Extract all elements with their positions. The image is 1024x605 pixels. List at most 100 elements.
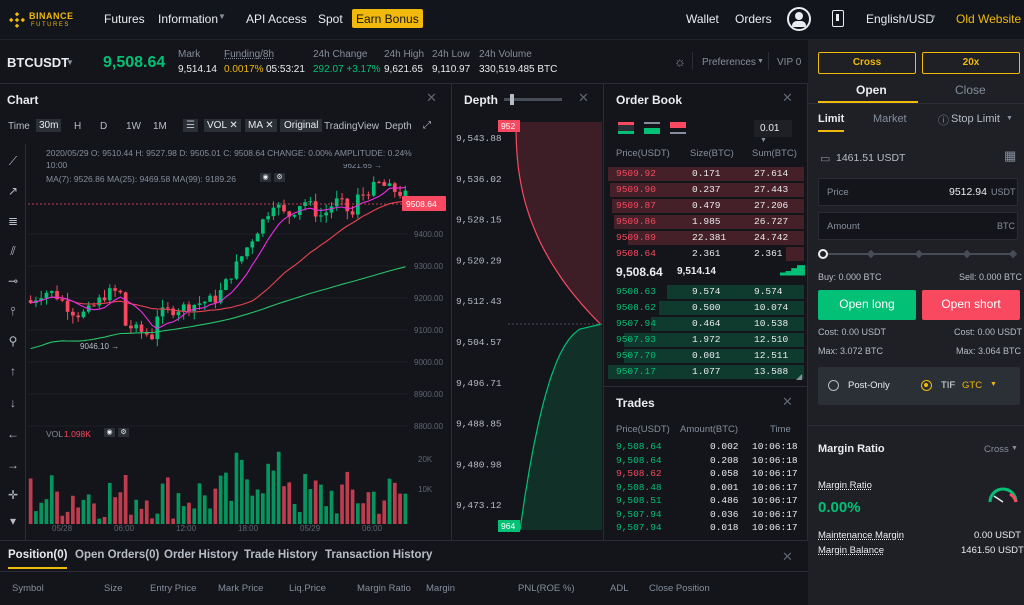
view-bids-icon[interactable] [644,122,660,134]
close-icon[interactable]: ✕ [782,394,793,410]
slider-handle[interactable] [818,249,828,259]
bid-row[interactable]: 9507.70 0.001 12.511 [608,348,804,364]
ask-row[interactable]: 9509.86 1.985 26.727 [608,214,804,230]
amount-slider[interactable] [818,249,1018,259]
nav-futures[interactable]: Futures [104,12,145,26]
x-axis-tick: 18:00 [238,524,259,533]
ob-price: 9509.86 [616,216,656,227]
depth-zoom-slider[interactable] [504,94,562,105]
bid-row[interactable]: 9508.63 9.574 9.574 [608,284,804,300]
bid-row[interactable]: 9507.94 0.464 10.538 [608,316,804,332]
chevron-down-icon[interactable]: ▾ [6,514,20,528]
open-long-button[interactable]: Open long [818,290,916,320]
nav-api-access[interactable]: API Access [246,12,307,26]
bid-row[interactable]: 9507.93 1.972 12.510 [608,332,804,348]
tif-selector[interactable]: GTC [962,380,982,391]
symbol-selector[interactable]: BTCUSDT [7,55,69,70]
timeframe-30m[interactable]: 30m [36,119,62,132]
indicator-settings-icon[interactable]: ☰ [183,119,198,132]
vertical-line-icon[interactable]: ⫯ [6,304,20,318]
bid-row[interactable]: 9507.17 1.077 13.588 [608,364,804,380]
nav-spot[interactable]: Spot [318,12,343,26]
ask-row[interactable]: 9509.92 0.171 27.614 [608,166,804,182]
col-mark-price: Mark Price [218,583,264,594]
tif-radio[interactable] [921,380,932,391]
resize-handle-icon[interactable]: ◢ [796,372,802,381]
high-value: 9,621.65 [384,64,423,75]
ask-row[interactable]: 9508.64 2.361 2.361 [608,246,804,262]
chevron-down-icon[interactable]: ▼ [990,381,997,388]
candlestick-chart[interactable]: 9400.00 9300.00 9200.00 9100.00 9000.00 8900.… [28,164,450,534]
tab-order-history[interactable]: Order History [164,549,238,561]
amount-input[interactable]: Amount BTC [818,212,1018,240]
arrow-right-icon[interactable]: → [6,458,20,472]
timeframe-1m[interactable]: 1M [153,121,167,132]
close-icon[interactable]: ✕ [782,549,793,565]
order-type-market[interactable]: Market [873,113,907,125]
tab-open-orders[interactable]: Open Orders(0) [75,549,159,561]
timeframe-time[interactable]: Time [8,121,30,132]
leverage-button[interactable]: 20x [922,52,1020,74]
ask-row[interactable]: 9509.87 0.479 27.206 [608,198,804,214]
indicator-ma[interactable]: MA ✕ [245,119,277,132]
fullscreen-icon[interactable]: ⤢ [423,120,431,131]
view-tradingview[interactable]: TradingView [324,121,379,132]
old-website-link[interactable]: Old Website [956,12,1021,26]
preferences-menu[interactable]: Preferences [702,57,756,68]
trend-line-icon[interactable]: ⟋ [6,154,20,168]
tab-position[interactable]: Position(0) [8,549,68,569]
volume-value: 330,519.485 BTC [479,64,558,75]
earn-bonus-button[interactable]: Earn Bonus [352,9,423,28]
calculator-icon[interactable]: ▦ [1004,148,1016,164]
view-asks-icon[interactable] [670,122,686,134]
view-depth[interactable]: Depth [385,121,412,132]
fib-retracement-icon[interactable]: ≣ [6,214,20,228]
ask-row[interactable]: 9509.90 0.237 27.443 [608,182,804,198]
view-original[interactable]: Original [280,119,323,132]
close-icon[interactable]: ✕ [578,90,589,106]
tab-close[interactable]: Close [955,83,986,97]
bid-row[interactable]: 9508.62 0.500 10.074 [608,300,804,316]
language-selector[interactable]: English/USD [866,12,934,26]
close-icon[interactable]: ✕ [426,90,437,106]
ask-row[interactable]: 9509.89 22.381 24.742 [608,230,804,246]
nav-information[interactable]: Information [158,12,218,26]
download-app-icon[interactable] [832,10,844,27]
chevron-down-icon[interactable]: ▼ [66,58,74,67]
amount-input-placeholder: Amount [827,221,860,232]
theme-toggle-icon[interactable]: ☼ [674,54,686,69]
x-axis-tick: 06:00 [114,524,135,533]
info-icon[interactable]: ⓘ [938,112,949,128]
arrow-up-icon[interactable]: ↑ [6,364,20,378]
timeframe-day[interactable]: D [100,121,107,132]
volume-bar [97,518,102,524]
arrow-down-icon[interactable]: ↓ [6,396,20,410]
ob-header-sum: Sum(BTC) [752,148,797,159]
horizontal-line-icon[interactable]: ⊸ [6,274,20,288]
close-icon[interactable]: ✕ [782,90,793,106]
view-both-icon[interactable] [618,122,634,134]
post-only-radio[interactable] [828,380,839,391]
binance-logo[interactable]: BINANCE FUTURES [8,9,88,31]
arrow-left-icon[interactable]: ← [6,427,20,441]
measure-icon[interactable]: ⚲ [6,334,20,348]
ray-line-icon[interactable]: ↗ [6,184,20,198]
margin-mode-button[interactable]: Cross [818,52,916,74]
nav-orders[interactable]: Orders [735,12,772,26]
nav-wallet[interactable]: Wallet [686,12,719,26]
price-input[interactable]: Price 9512.94 USDT [818,178,1018,206]
open-short-button[interactable]: Open short [922,290,1020,320]
tab-trade-history[interactable]: Trade History [244,549,318,561]
precision-selector[interactable]: 0.01 ▼ [754,120,792,144]
channel-icon[interactable]: ⫽ [6,244,20,258]
order-type-stop-limit[interactable]: Stop Limit [951,113,1000,125]
volume-bar [224,472,228,524]
tab-transaction-history[interactable]: Transaction History [325,549,432,561]
timeframe-hour[interactable]: H [74,121,81,132]
user-account-icon[interactable] [787,7,811,31]
order-type-limit[interactable]: Limit [818,113,845,132]
tab-open[interactable]: Open [856,83,887,97]
timeframe-1w[interactable]: 1W [126,121,141,132]
indicator-vol[interactable]: VOL ✕ [204,119,241,132]
crosshair-icon[interactable]: ✛ [6,488,20,502]
